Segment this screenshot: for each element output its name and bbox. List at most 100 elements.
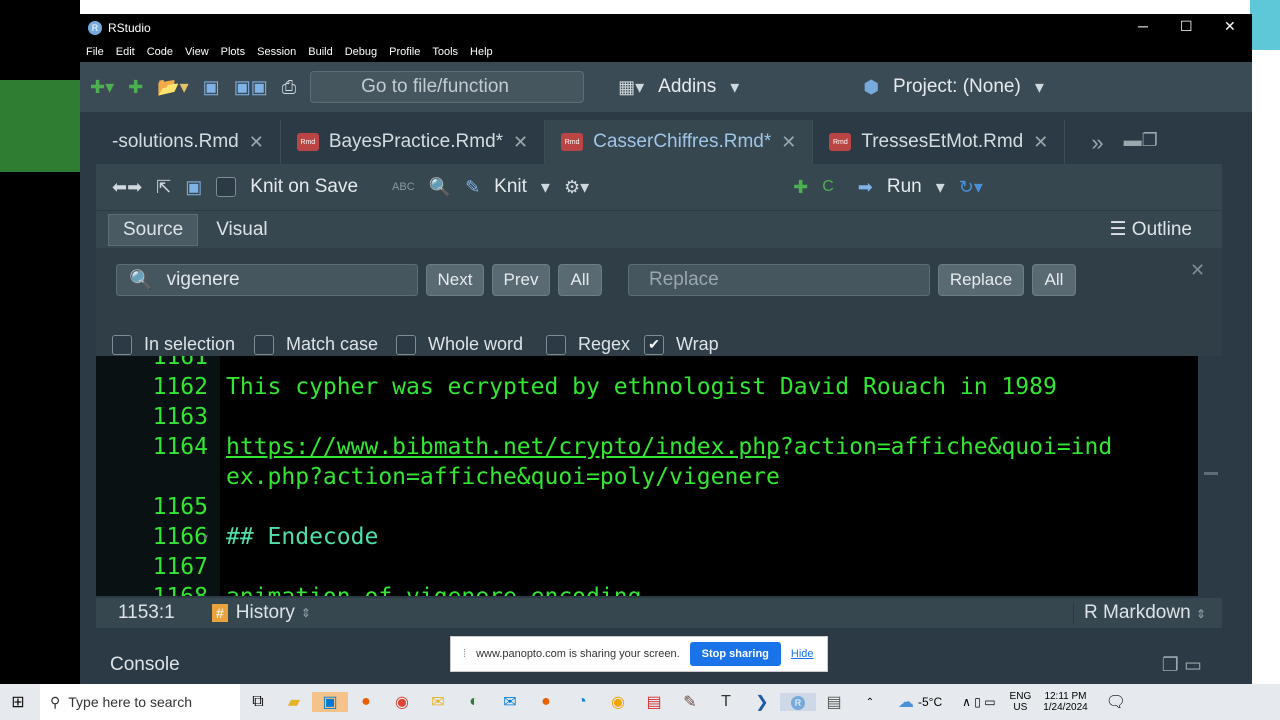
more-tabs-icon[interactable]: » — [1091, 130, 1103, 164]
windows-start-icon[interactable]: ⊞ — [0, 692, 36, 712]
close-button[interactable]: ✕ — [1224, 18, 1236, 35]
checkbox[interactable] — [254, 334, 274, 355]
code-line[interactable]: ## Endecode — [226, 524, 378, 550]
close-tab-icon[interactable]: ✕ — [781, 132, 796, 153]
store-icon[interactable]: ▣ — [312, 692, 348, 712]
pane-layout-icon[interactable]: ❐ ▭ — [1162, 654, 1202, 677]
checkbox-checked[interactable]: ✔ — [644, 334, 664, 355]
knit-on-save-checkbox[interactable] — [216, 177, 237, 197]
source-mode-button[interactable]: Source — [108, 213, 199, 246]
spellcheck-icon[interactable]: ABC — [392, 181, 415, 193]
tab-bayespractice[interactable]: Rmd BayesPractice.Rmd* ✕ — [281, 120, 546, 164]
back-forward-icon[interactable]: ⬅➡ — [112, 177, 142, 198]
checkbox[interactable] — [112, 334, 132, 355]
checkbox[interactable] — [396, 334, 416, 355]
code-line[interactable]: ex.php?action=affiche&quoi=poly/vigenere — [226, 464, 780, 490]
firefox-icon[interactable]: ● — [528, 693, 564, 711]
scroll-icon[interactable]: ⌃ — [852, 697, 888, 708]
taskbar-search[interactable]: ⚲ Type here to search — [40, 684, 240, 720]
hide-link[interactable]: Hide — [791, 648, 814, 660]
find-all-button[interactable]: All — [558, 264, 602, 296]
project-menu[interactable]: Project: (None) — [893, 76, 1021, 98]
grid-layout-icon[interactable]: ▦▾ — [618, 77, 644, 98]
tab-solutions[interactable]: -solutions.Rmd ✕ — [96, 120, 281, 164]
replace-all-button[interactable]: All — [1032, 264, 1076, 296]
code-line[interactable]: animation of vigenere encoding — [226, 584, 641, 596]
drag-handle-icon[interactable]: ⁞ — [463, 648, 466, 660]
save-all-icon[interactable]: ▣▣ — [234, 77, 268, 98]
language-indicator[interactable]: ENG US — [1010, 691, 1032, 713]
show-in-window-icon[interactable]: ⇱ — [156, 177, 171, 198]
replace-button[interactable]: Replace — [938, 264, 1024, 296]
find-prev-button[interactable]: Prev — [492, 264, 550, 296]
weather-temp[interactable]: -5°C — [918, 695, 942, 709]
knit-button[interactable]: Knit — [494, 176, 527, 198]
menu-build[interactable]: Build — [308, 46, 332, 58]
close-tab-icon[interactable]: ✕ — [513, 132, 528, 153]
chevron-down-icon[interactable]: ▾ — [541, 177, 550, 198]
menu-debug[interactable]: Debug — [345, 46, 377, 58]
find-next-button[interactable]: Next — [426, 264, 484, 296]
menu-code[interactable]: Code — [147, 46, 173, 58]
new-file-icon[interactable]: ✚▾ — [90, 77, 114, 98]
rerun-icon[interactable]: ↻▾ — [959, 177, 983, 198]
stop-sharing-button[interactable]: Stop sharing — [689, 642, 781, 666]
option-whole-word[interactable]: Whole word — [396, 334, 523, 355]
checkbox[interactable] — [546, 334, 566, 355]
option-regex[interactable]: Regex — [546, 334, 630, 355]
mail-app-icon[interactable]: ✉ — [420, 692, 456, 712]
app-icon[interactable]: ◐ — [456, 693, 492, 711]
option-match-case[interactable]: Match case — [254, 334, 378, 355]
chrome-icon[interactable]: ◉ — [384, 692, 420, 712]
code-line[interactable]: This cypher was ecrypted by ethnologist … — [226, 374, 1057, 400]
url-link[interactable]: https://www.bibmath.net/crypto/index.php — [226, 434, 780, 460]
visual-mode-button[interactable]: Visual — [202, 215, 281, 245]
minimize-pane-icon[interactable]: ▬❐ — [1124, 130, 1158, 164]
save-icon[interactable]: ▣ — [203, 77, 220, 98]
option-in-selection[interactable]: In selection — [112, 334, 235, 355]
file-type-selector[interactable]: R Markdown ⇕ — [1073, 602, 1222, 624]
code-line[interactable]: https://www.bibmath.net/crypto/index.php… — [226, 434, 1112, 460]
go-to-file-input[interactable]: Go to file/function — [310, 71, 585, 103]
rstudio-taskbar-icon[interactable]: R — [780, 693, 816, 711]
run-button[interactable]: Run — [887, 176, 922, 198]
notifications-icon[interactable]: 🗨 — [1106, 692, 1126, 712]
tray-icons[interactable]: ∧ ▯ ▭ — [962, 695, 995, 709]
edge-icon[interactable]: ◔ — [564, 693, 600, 711]
open-folder-icon[interactable]: 📂▾ — [157, 77, 188, 98]
menu-help[interactable]: Help — [470, 46, 493, 58]
app-icon[interactable]: ✎ — [672, 692, 708, 712]
menu-tools[interactable]: Tools — [432, 46, 458, 58]
close-tab-icon[interactable]: ✕ — [249, 132, 264, 153]
app-icon[interactable]: ▤ — [816, 692, 852, 712]
outline-button[interactable]: ☰ Outline — [1109, 218, 1192, 241]
close-find-icon[interactable]: ✕ — [1190, 260, 1205, 281]
menu-profile[interactable]: Profile — [389, 46, 420, 58]
code-editor[interactable]: 1161 1162 This cypher was ecrypted by ethn… — [96, 356, 1198, 596]
vertical-scrollbar[interactable] — [1198, 356, 1222, 596]
scope-selector[interactable]: History — [236, 602, 295, 624]
option-wrap[interactable]: ✔ Wrap — [644, 334, 719, 355]
file-explorer-icon[interactable]: ▰ — [276, 692, 312, 712]
gear-icon[interactable]: ⚙▾ — [564, 177, 589, 198]
fold-arrow-icon[interactable]: ▾ — [202, 530, 209, 544]
clock[interactable]: 12:11 PM 1/24/2024 — [1043, 691, 1088, 713]
minimize-button[interactable]: ─ — [1138, 18, 1148, 34]
menu-session[interactable]: Session — [257, 46, 296, 58]
print-icon[interactable]: ⎙ — [282, 77, 296, 98]
pdf-icon[interactable]: ▤ — [636, 692, 672, 712]
menu-view[interactable]: View — [185, 46, 209, 58]
insert-chunk-icon[interactable]: ✚ — [793, 177, 808, 198]
task-view-icon[interactable]: ⧉ — [240, 693, 276, 711]
firefox-icon[interactable]: ● — [348, 693, 384, 711]
maximize-button[interactable]: ☐ — [1180, 18, 1193, 35]
search-icon[interactable]: 🔍 — [429, 177, 451, 198]
close-tab-icon[interactable]: ✕ — [1033, 132, 1048, 153]
new-project-icon[interactable]: ✚ — [128, 77, 143, 98]
mail-icon[interactable]: ✉ — [492, 692, 528, 712]
tab-casserchiffres[interactable]: Rmd CasserChiffres.Rmd* ✕ — [545, 120, 814, 164]
menu-file[interactable]: File — [86, 46, 104, 58]
addins-menu[interactable]: Addins — [658, 76, 716, 98]
replace-input[interactable]: Replace — [628, 264, 930, 296]
chevron-down-icon[interactable]: ▾ — [936, 177, 945, 198]
